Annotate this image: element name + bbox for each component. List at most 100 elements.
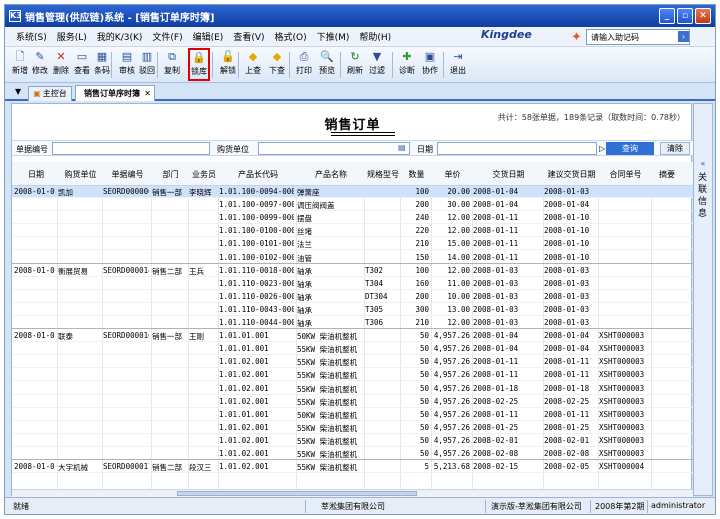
toolbar-button-exit[interactable]: ⇥ 退出: [447, 49, 469, 81]
table-row[interactable]: 1.01.100-0101-000 法兰 210 15.00 2008-01-11 200…: [12, 238, 693, 251]
table-row[interactable]: 1.01.02.001 55KW 柴油机整机 50 4,957.26 2008-01-1…: [12, 356, 693, 369]
menu-item[interactable]: 帮助(H): [354, 30, 396, 43]
column-header[interactable]: 业务员: [189, 169, 219, 180]
toolbar-button-audit[interactable]: ▤ 审核: [116, 49, 138, 81]
column-header[interactable]: 数量: [401, 169, 432, 180]
tab-dropdown-icon[interactable]: ▼: [15, 87, 21, 96]
toolbar-button-barcode[interactable]: ▦ 条码: [91, 49, 113, 81]
table-row[interactable]: 1.01.100-0099-000 摆盘 240 12.00 2008-01-11 200…: [12, 212, 693, 225]
toolbar-button-new-doc[interactable]: 🗋 新增: [9, 49, 31, 81]
table-cell: 2008-02-01: [544, 435, 590, 445]
table-cell: 55KW 柴油机整机: [297, 397, 358, 407]
table-cell: 50: [419, 331, 429, 341]
table-cell: 2008-01-11: [473, 252, 519, 262]
toolbar-button-collab[interactable]: ▣ 协作: [419, 49, 441, 81]
toolbar-button-refresh[interactable]: ↻ 刷新: [344, 49, 366, 81]
table-row[interactable]: 1.01.100-0102-000 油管 150 14.00 2008-01-11 200…: [12, 252, 693, 264]
column-header[interactable]: 合同单号: [599, 169, 652, 180]
order-no-input[interactable]: [52, 142, 210, 155]
table-row[interactable]: 1.01.110-0043-000 轴承 T305 300 13.00 2008-01-0…: [12, 304, 693, 316]
date-arrow-icon[interactable]: ▷: [599, 144, 605, 153]
toolbar-button-unlock[interactable]: 🔓 解锁: [217, 49, 239, 81]
related-info-panel[interactable]: « 关联信息: [693, 103, 713, 496]
toolbar-button-filter[interactable]: ▼ 过滤: [366, 49, 388, 81]
search-go-icon[interactable]: ›: [678, 31, 689, 42]
clear-button[interactable]: 清除: [660, 142, 690, 155]
table-row[interactable]: 2008-01-03 联泰 SEORD000016 销售一部 王刚 1.01.01.001…: [12, 330, 693, 343]
column-header[interactable]: 规格型号: [365, 169, 401, 180]
menu-item[interactable]: 我的K/3(K): [92, 30, 148, 43]
menu-item[interactable]: 编辑(E): [188, 30, 229, 43]
toolbar-button-print[interactable]: ⎙ 打印: [293, 49, 315, 81]
column-header[interactable]: 摘要: [652, 169, 682, 180]
table-row[interactable]: 2008-01-03 凯加 SEORD000006 销售一部 李晓辉 1.01.100-0…: [12, 186, 693, 198]
help-search-input[interactable]: 请输入助记码: [586, 29, 690, 45]
query-button[interactable]: 查询: [606, 142, 654, 155]
column-header[interactable]: 交货日期: [473, 169, 544, 180]
toolbar-button-delete[interactable]: ✕ 删除: [50, 49, 72, 81]
column-header[interactable]: 单价: [432, 169, 473, 180]
table-cell: 4,957.26: [433, 370, 470, 380]
table-row[interactable]: 1.01.02.001 55KW 柴油机整机 50 4,957.26 2008-01-1…: [12, 383, 693, 395]
column-header[interactable]: 产品长代码: [219, 169, 297, 180]
toolbar-button-lock-stock[interactable]: 🔒 锁库: [188, 48, 210, 81]
maximize-icon[interactable]: ▫: [677, 8, 693, 24]
column-header[interactable]: 建议交货日期: [544, 169, 599, 180]
menu-item[interactable]: 系统(S): [11, 30, 52, 43]
menu-item[interactable]: 查看(V): [228, 30, 269, 43]
table-row[interactable]: 1.01.110-0026-000 轴承 DT304 200 10.00 2008-01-…: [12, 291, 693, 303]
table-row[interactable]: 1.01.01.001 50KW 柴油机整机 50 4,957.26 2008-01-1…: [12, 409, 693, 421]
toolbar-button-preview[interactable]: 🔍 预览: [316, 49, 338, 81]
menu-item[interactable]: 下推(M): [312, 30, 355, 43]
table-row[interactable]: 2008-01-03 衡展贸易 SEORD000014 销售二部 王兵 1.01.110-…: [12, 265, 693, 277]
toolbar-button-trace-down[interactable]: ◆ 下查: [266, 49, 288, 81]
table-row[interactable]: 1.01.110-0023-000 轴承 T304 160 11.00 2008-01-0…: [12, 278, 693, 290]
status-bar: 就绪 莘淞集团有限公司 演示版-莘淞集团有限公司 2008年第2期 admini…: [5, 497, 715, 514]
table-row[interactable]: 1.01.110-0044-000 轴承 T306 210 12.00 2008-01-0…: [12, 317, 693, 329]
column-header[interactable]: 产品名称: [297, 169, 365, 180]
buyer-input[interactable]: [258, 142, 410, 155]
column-header[interactable]: 单据编号: [103, 169, 152, 180]
table-cell: 2008-01-04: [473, 200, 519, 210]
scroll-thumb[interactable]: [177, 491, 417, 496]
column-header[interactable]: 日期: [14, 169, 58, 180]
lookup-icon[interactable]: ▤: [398, 143, 406, 152]
table-row[interactable]: 1.01.02.001 55KW 柴油机整机 50 4,957.26 2008-01-1…: [12, 369, 693, 382]
menu-item[interactable]: 服务(L): [52, 30, 92, 43]
table-row[interactable]: 1.01.02.001 55KW 柴油机整机 50 4,957.26 2008-02-0…: [12, 435, 693, 447]
tab-main-console[interactable]: ▣ 主控台: [28, 86, 72, 101]
tab-sales-order-list[interactable]: 销售订单序时簿 ✕: [75, 85, 155, 101]
toolbar-button-diagnose[interactable]: ✚ 诊断: [396, 49, 418, 81]
table-row[interactable]: 2008-01-03 大宇机械 SEORD000017 销售二部 段汉三 1.01.02.…: [12, 461, 693, 474]
toolbar-button-view[interactable]: ▭ 查看: [71, 49, 93, 81]
toolbar-button-edit[interactable]: ✎ 修改: [29, 49, 51, 81]
menu-item[interactable]: 文件(F): [147, 30, 187, 43]
date-input[interactable]: [437, 142, 597, 155]
table-cell: DT304: [365, 291, 388, 301]
table-cell: 销售一部: [152, 188, 182, 197]
table-cell: 5: [424, 462, 429, 472]
minimize-icon[interactable]: _: [659, 8, 675, 24]
toolbar-button-reject[interactable]: ▥ 驳回: [136, 49, 158, 81]
collapse-left-icon[interactable]: «: [694, 159, 712, 168]
table-row[interactable]: 1.01.100-0097-000 调压阀阀盖 200 30.00 2008-01-04…: [12, 199, 693, 212]
table-cell: T305: [365, 304, 384, 314]
table-cell: 55KW 柴油机整机: [297, 384, 358, 394]
toolbar-button-trace-up[interactable]: ◆ 上查: [242, 49, 264, 81]
table-cell: 2008-01-11: [544, 409, 590, 419]
table-row[interactable]: 1.01.02.001 55KW 柴油机整机 50 4,957.26 2008-02-0…: [12, 448, 693, 460]
table-row[interactable]: 1.01.100-0100-000 丝堵 220 12.00 2008-01-11 200…: [12, 225, 693, 238]
table-cell: 2008-01-04: [473, 187, 519, 196]
column-header[interactable]: 购货单位: [58, 169, 103, 180]
horizontal-scrollbar[interactable]: [12, 489, 693, 497]
column-header[interactable]: 部门: [152, 169, 189, 180]
toolbar-button-copy[interactable]: ⧉ 复制: [161, 49, 183, 81]
table-cell: 2008-01-04: [544, 331, 590, 341]
close-tab-icon[interactable]: ✕: [144, 86, 151, 101]
table-row[interactable]: 1.01.02.001 55KW 柴油机整机 50 4,957.26 2008-01-2…: [12, 422, 693, 434]
table-row[interactable]: 1.01.02.001 55KW 柴油机整机 50 4,957.26 2008-02-2…: [12, 396, 693, 408]
close-icon[interactable]: ✕: [695, 8, 711, 24]
table-row[interactable]: 1.01.01.001 55KW 柴油机整机 50 4,957.26 2008-01-0…: [12, 343, 693, 356]
table-cell: XSHT000003: [599, 344, 645, 354]
menu-item[interactable]: 格式(O): [270, 30, 312, 43]
